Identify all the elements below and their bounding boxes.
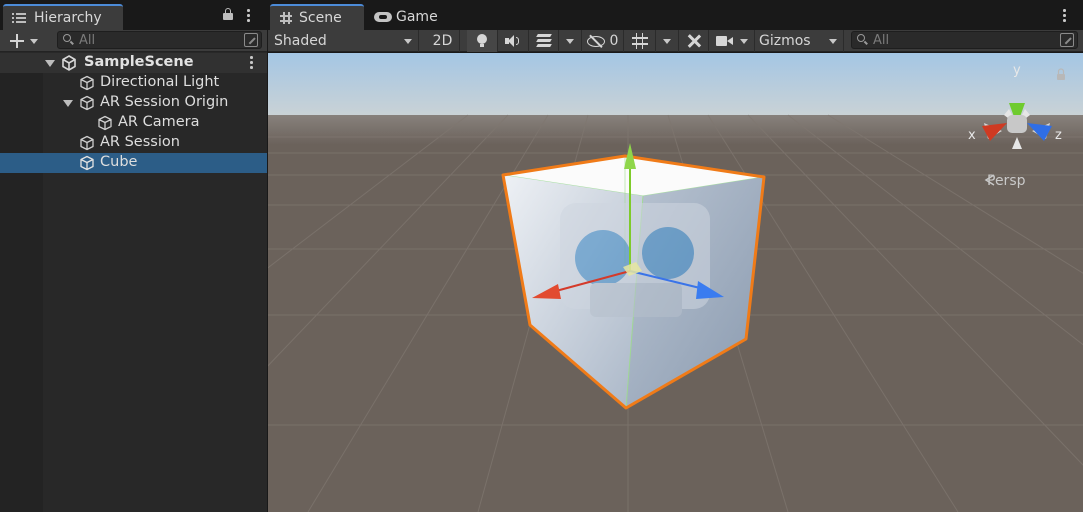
camera-gizmo-icon	[560, 203, 710, 317]
lightbulb-icon	[477, 34, 487, 48]
scene-visibility-button[interactable]: 0	[582, 30, 624, 52]
chevron-down-icon	[404, 38, 412, 44]
scene-search-field[interactable]	[851, 31, 1078, 49]
scene-menu-icon[interactable]	[249, 56, 253, 70]
scene-name: SampleScene	[84, 54, 194, 70]
grid-icon	[631, 33, 648, 49]
chevron-down-icon	[739, 38, 748, 44]
hierarchy-search-field[interactable]	[57, 31, 262, 49]
gamepad-icon	[374, 12, 392, 22]
gizmo-z-label: z	[1055, 128, 1062, 143]
scene-search-input[interactable]	[873, 32, 1003, 48]
scene-toolbar: Shaded 2D 0 Gizmos All	[268, 30, 1083, 52]
scene-viewport[interactable]: y x z Persp	[268, 53, 1083, 512]
gameobject-cube-icon	[80, 95, 94, 111]
gameobject-cube-icon	[80, 75, 94, 91]
camera-icon	[715, 35, 734, 47]
scene-render: y x z Persp	[268, 53, 1083, 512]
hidden-eye-icon	[586, 35, 605, 47]
hierarchy-toolbar	[0, 30, 267, 52]
hierarchy-item-label: AR Session Origin	[100, 94, 229, 110]
tab-game-label: Game	[396, 9, 438, 25]
scene-panel: Scene Game Shaded 2D 0 Gizmos All y x z …	[268, 0, 1083, 512]
hierarchy-panel: Hierarchy SampleScene	[0, 0, 267, 512]
chevron-down-icon	[30, 38, 38, 44]
tools-icon	[686, 33, 702, 49]
hierarchy-item-directional-light[interactable]: Directional Light	[0, 73, 267, 93]
hierarchy-search-input[interactable]	[79, 32, 209, 48]
layers-effects-icon	[535, 34, 552, 48]
chevron-down-icon	[829, 38, 837, 44]
hierarchy-list: SampleScene Directional Light AR Session…	[0, 53, 267, 512]
hierarchy-item-label: AR Session	[100, 134, 180, 150]
lighting-toggle-button[interactable]	[467, 30, 498, 52]
sky	[268, 53, 1083, 115]
more-options-icon[interactable]	[1062, 9, 1066, 23]
chevron-down-icon	[566, 38, 574, 44]
hierarchy-item-ar-session-origin[interactable]: AR Session Origin	[0, 93, 267, 113]
tools-button[interactable]	[679, 30, 709, 52]
grid-dropdown[interactable]	[656, 30, 679, 52]
gizmo-y-label: y	[1013, 63, 1021, 78]
speaker-icon	[505, 35, 521, 47]
draw-mode-value: Shaded	[274, 33, 327, 49]
hierarchy-item-cube[interactable]: Cube	[0, 153, 267, 173]
hierarchy-tab-bar: Hierarchy	[0, 0, 267, 30]
tab-scene-label: Scene	[299, 10, 342, 26]
2d-toggle-button[interactable]: 2D	[426, 30, 460, 52]
gizmos-dropdown[interactable]: Gizmos	[755, 30, 844, 52]
tab-scene[interactable]: Scene	[270, 4, 364, 30]
2d-label: 2D	[432, 33, 453, 49]
tab-game[interactable]: Game	[366, 4, 450, 30]
grid-toggle-button[interactable]	[624, 30, 656, 52]
effects-dropdown[interactable]	[559, 30, 582, 52]
scene-tab-bar: Scene Game	[268, 0, 1083, 30]
hierarchy-item-label: Cube	[100, 154, 138, 170]
grid-hash-icon	[280, 12, 292, 24]
audio-toggle-button[interactable]	[498, 30, 529, 52]
search-icon	[63, 34, 75, 46]
draw-mode-dropdown[interactable]: Shaded	[268, 30, 419, 52]
plus-icon	[10, 34, 24, 48]
expand-arrow-icon[interactable]	[63, 100, 73, 107]
hidden-count: 0	[609, 33, 619, 49]
add-object-button[interactable]	[4, 30, 44, 52]
gameobject-cube-icon	[80, 155, 94, 171]
gizmos-label: Gizmos	[759, 33, 811, 49]
projection-cube[interactable]	[1007, 115, 1027, 133]
search-options-icon[interactable]	[244, 33, 258, 47]
tab-hierarchy[interactable]: Hierarchy	[3, 4, 123, 30]
chevron-down-icon	[663, 38, 671, 44]
more-options-icon[interactable]	[246, 9, 250, 23]
hierarchy-item-ar-session[interactable]: AR Session	[0, 133, 267, 153]
hierarchy-item-label: AR Camera	[118, 114, 200, 130]
unity-logo-icon	[62, 55, 76, 71]
camera-settings-button[interactable]	[709, 30, 755, 52]
search-options-icon[interactable]	[1060, 33, 1074, 47]
gameobject-cube-icon	[98, 115, 112, 131]
list-icon	[12, 13, 26, 23]
expand-arrow-icon[interactable]	[45, 60, 55, 67]
gizmo-x-label: x	[968, 128, 976, 143]
lock-icon[interactable]	[223, 8, 233, 20]
scene-root-row[interactable]: SampleScene	[0, 53, 267, 73]
tab-hierarchy-label: Hierarchy	[34, 10, 102, 26]
effects-toggle-button[interactable]	[529, 30, 559, 52]
hierarchy-item-ar-camera[interactable]: AR Camera	[0, 113, 267, 133]
search-icon	[857, 34, 869, 46]
hierarchy-item-label: Directional Light	[100, 74, 220, 90]
gameobject-cube-icon	[80, 135, 94, 151]
